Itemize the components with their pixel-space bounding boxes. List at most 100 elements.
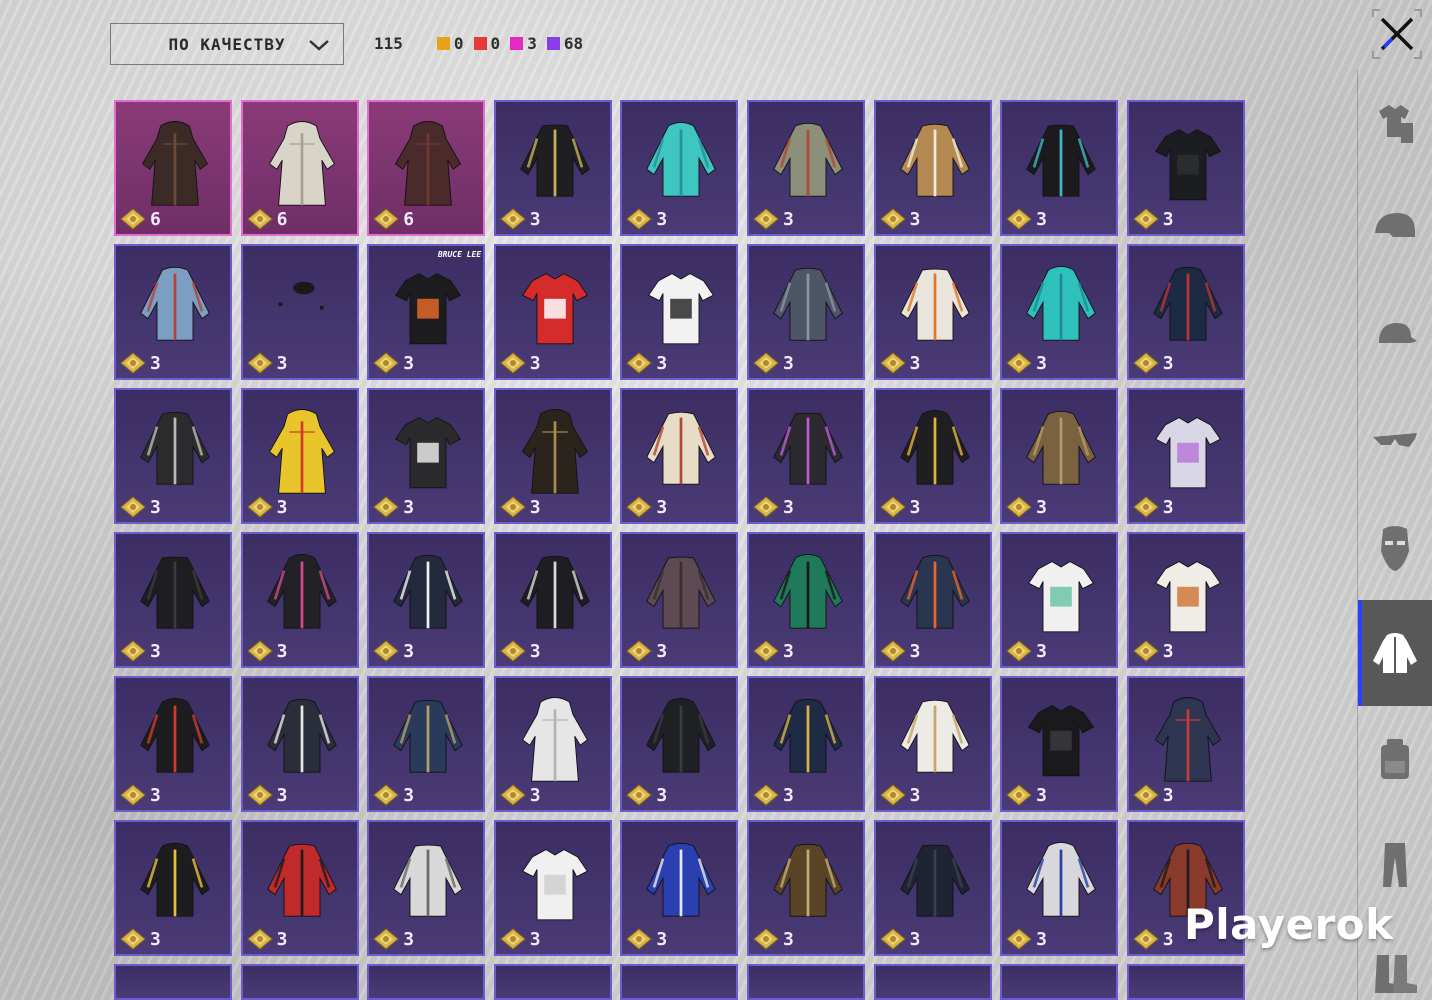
inventory-item-card-partial[interactable] — [240, 964, 359, 1000]
inventory-item-card[interactable]: 3 — [1000, 532, 1119, 668]
helmet-tab[interactable] — [1358, 176, 1432, 282]
inventory-item-card[interactable]: 3 — [746, 820, 865, 956]
item-quantity: 3 — [120, 352, 161, 374]
inventory-item-card[interactable]: BRUCE LEE 3 — [367, 244, 486, 380]
inventory-item-card[interactable]: 3 — [493, 388, 612, 524]
inventory-item-card[interactable]: 3 — [367, 532, 486, 668]
close-button[interactable] — [1372, 9, 1422, 59]
inventory-item-card[interactable]: 3 — [620, 244, 739, 380]
inventory-item-card[interactable]: 3 — [493, 244, 612, 380]
inventory-item-card[interactable]: 3 — [873, 100, 992, 236]
black-tunic-icon — [646, 697, 717, 773]
inventory-item-card[interactable]: 3 — [873, 388, 992, 524]
inventory-item-card[interactable]: 6 — [367, 100, 486, 236]
inventory-item-card[interactable]: 3 — [1126, 388, 1245, 524]
item-quantity: 3 — [753, 352, 794, 374]
inventory-item-card[interactable]: 3 — [620, 820, 739, 956]
inventory-item-card[interactable]: 3 — [367, 820, 486, 956]
suit-jacket-icon — [899, 844, 970, 917]
item-quantity: 3 — [1006, 784, 1047, 806]
inventory-item-card[interactable]: 3 — [746, 532, 865, 668]
inventory-item-card[interactable]: 3 — [114, 244, 232, 380]
inventory-item-card[interactable]: 3 — [1000, 388, 1119, 524]
quality-badge-icon — [626, 640, 653, 662]
inventory-item-card[interactable]: 3 — [114, 820, 232, 956]
item-quantity-value: 3 — [782, 496, 794, 518]
inventory-item-card-partial[interactable] — [114, 964, 232, 1000]
outfit-tab[interactable] — [1358, 70, 1432, 176]
inventory-item-card[interactable]: 3 — [1000, 100, 1119, 236]
item-quantity: 3 — [373, 640, 414, 662]
item-quantity-value: 3 — [1162, 208, 1174, 230]
metal-vest-icon — [773, 267, 843, 341]
inventory-item-card[interactable]: 3 — [1126, 244, 1245, 380]
item-quantity-value: 3 — [1162, 784, 1174, 806]
quality-badge-icon — [1132, 784, 1159, 806]
mask-tab[interactable] — [1358, 494, 1432, 600]
inventory-item-card-partial[interactable] — [746, 964, 865, 1000]
item-quantity: 3 — [753, 640, 794, 662]
black-hooded-jacket-icon — [520, 124, 590, 197]
inventory-item-card[interactable]: 3 — [620, 532, 739, 668]
inventory-item-card[interactable]: 3 — [240, 676, 359, 812]
inventory-item-card-partial[interactable] — [1126, 964, 1245, 1000]
inventory-item-card[interactable]: 3 — [1000, 244, 1119, 380]
inventory-item-card[interactable]: 3 — [873, 676, 992, 812]
inventory-item-card-partial[interactable] — [367, 964, 486, 1000]
inventory-item-card[interactable]: 3 — [620, 100, 739, 236]
inventory-item-card[interactable]: 3 — [746, 388, 865, 524]
jacket-tab[interactable] — [1358, 600, 1432, 706]
glasses-tab[interactable] — [1358, 388, 1432, 494]
inventory-item-card[interactable]: 3 — [873, 820, 992, 956]
tiger-sleeve-top-icon — [1154, 561, 1221, 633]
inventory-item-card[interactable]: 3 — [620, 676, 739, 812]
red-tshirt-icon — [521, 273, 588, 345]
inventory-item-card[interactable]: 3 — [240, 244, 359, 380]
bomber-jacket-icon — [773, 843, 843, 917]
chevron-down-icon — [309, 40, 329, 51]
quality-badge-icon — [879, 928, 906, 950]
inventory-item-card[interactable]: 3 — [493, 676, 612, 812]
item-quantity: 3 — [500, 496, 541, 518]
sort-dropdown[interactable]: ПО КАЧЕСТВУ — [110, 23, 344, 65]
inventory-item-card[interactable]: 3 — [746, 100, 865, 236]
inventory-item-card[interactable]: 3 — [493, 532, 612, 668]
inventory-item-card[interactable]: 3 — [240, 532, 359, 668]
item-quantity-value: 3 — [656, 784, 668, 806]
inventory-item-card[interactable]: 6 — [240, 100, 359, 236]
inventory-item-card-partial[interactable] — [873, 964, 992, 1000]
inventory-item-card[interactable]: 3 — [1126, 532, 1245, 668]
inventory-item-card[interactable]: 3 — [1000, 820, 1119, 956]
quality-badge-icon — [500, 784, 526, 806]
inventory-item-card[interactable]: 3 — [873, 244, 992, 380]
inventory-item-card[interactable]: 3 — [1000, 676, 1119, 812]
quality-badge-icon — [246, 928, 273, 950]
inventory-item-card[interactable]: 3 — [367, 388, 486, 524]
inventory-item-card[interactable]: 3 — [1126, 100, 1245, 236]
inventory-item-card[interactable]: 3 — [114, 388, 232, 524]
inventory-item-card-partial[interactable] — [1000, 964, 1119, 1000]
item-quantity-value: 3 — [656, 928, 668, 950]
inventory-item-card-partial[interactable] — [493, 964, 612, 1000]
inventory-item-card[interactable]: 3 — [620, 388, 739, 524]
cap-tab[interactable] — [1358, 282, 1432, 388]
inventory-item-card[interactable]: 6 — [114, 100, 232, 236]
bloody-shirt-jacket-icon — [266, 698, 337, 773]
inventory-item-card[interactable]: 3 — [746, 244, 865, 380]
inventory-item-card[interactable]: 3 — [873, 532, 992, 668]
item-quantity-value: 3 — [529, 352, 541, 374]
item-quantity-value: 3 — [656, 640, 668, 662]
inventory-item-card-partial[interactable] — [620, 964, 739, 1000]
inventory-item-card[interactable]: 3 — [114, 676, 232, 812]
inventory-item-card[interactable]: 3 — [240, 388, 359, 524]
inventory-item-card[interactable]: 3 — [493, 820, 612, 956]
inventory-item-card[interactable]: 3 — [367, 676, 486, 812]
item-quantity: 6 — [373, 208, 414, 230]
inventory-item-card[interactable]: 3 — [1126, 676, 1245, 812]
inventory-item-card[interactable]: 3 — [493, 100, 612, 236]
inventory-item-card[interactable]: 3 — [240, 820, 359, 956]
inventory-item-card[interactable]: 3 — [114, 532, 232, 668]
inventory-item-card[interactable]: 3 — [746, 676, 865, 812]
graphic-hoodie-icon — [140, 697, 210, 773]
backpack-tab[interactable] — [1358, 706, 1432, 812]
